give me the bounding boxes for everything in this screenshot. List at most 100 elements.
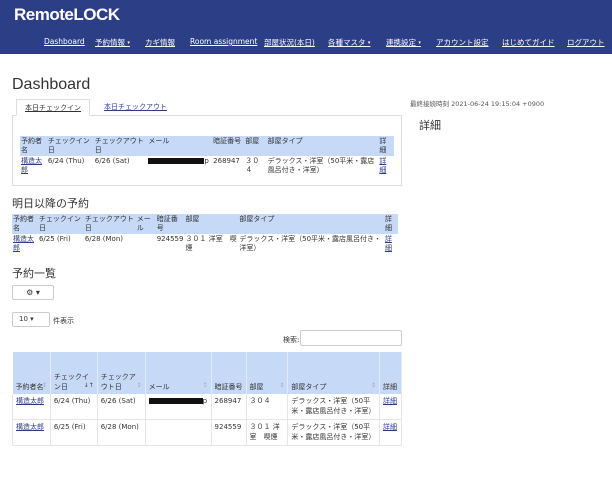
table-row: 構造太郎 6/25 (Fri) 6/28 (Mon) 924559 ３０１ 洋室… xyxy=(12,234,398,254)
guest-name-link[interactable]: 構造太郎 xyxy=(16,397,44,405)
sort-icon: ↕ xyxy=(136,381,142,389)
today-tabs: 本日チェックイン 本日チェックアウト xyxy=(12,99,402,116)
table-header-row: 予約者名 チェックイン日 チェックアウト日 メール 暗証番号 部屋 部屋タイプ … xyxy=(12,214,398,234)
nav-room-status[interactable]: 部屋状況(本日) xyxy=(264,37,315,48)
checkout-date: 6/28 (Mon) xyxy=(97,419,146,446)
pin-cell: 924559 xyxy=(211,419,247,446)
pin-cell: 268947 xyxy=(213,157,240,165)
nav-masters[interactable]: 各種マスタ ▾ xyxy=(328,37,370,48)
nav-reservations[interactable]: 予約情報 ▾ xyxy=(95,37,130,48)
table-row: 構造太郎 6/24 (Thu) 6/26 (Sat) p 268947 ３０４ … xyxy=(12,394,402,420)
page-length-label: 件表示 xyxy=(53,317,74,325)
checkout-date: 6/26 (Sat) xyxy=(94,157,130,165)
caret-down-icon: ▾ xyxy=(35,288,40,297)
detail-link[interactable]: 詳細 xyxy=(383,397,397,405)
pin-cell: 924559 xyxy=(156,235,184,243)
guest-name-link[interactable]: 構造太郎 xyxy=(21,157,42,174)
reservation-list-table: 予約者名 ↕ チェックイン日 ↓↑ チェックアウト日 ↕ メール ↕ 暗証番号 ↕ 部屋 ↕… xyxy=(12,352,402,446)
checkin-date: 6/24 (Thu) xyxy=(50,394,98,420)
redacted-email xyxy=(148,398,203,404)
caret-down-icon: ▾ xyxy=(367,40,371,46)
sort-icon: ↕ xyxy=(370,381,376,389)
main-nav: Dashboard 予約情報 ▾ カギ情報 Room assignment 部屋… xyxy=(0,37,612,47)
checkin-date: 6/25 (Fri) xyxy=(38,235,71,243)
sort-icon: ↕ xyxy=(279,381,285,389)
header-checkin-date[interactable]: チェックイン日 ↓↑ xyxy=(50,352,98,394)
header-detail: 詳細 xyxy=(379,352,402,394)
search-input[interactable] xyxy=(300,330,402,346)
gear-icon: ⚙ xyxy=(26,288,34,297)
nav-account-settings[interactable]: アカウント設定 xyxy=(436,37,489,48)
guest-name-link[interactable]: 構造太郎 xyxy=(13,235,34,252)
search-label: 検索: xyxy=(283,336,300,344)
room-type-cell: デラックス・洋室（50平米・露店風呂付き・洋室） xyxy=(267,157,375,174)
today-checkin-table: 予約者名 チェックイン日 チェックアウト日 メール 暗証番号 部屋 部屋タイプ … xyxy=(20,136,394,176)
upcoming-reservations-title: 明日以降の予約 xyxy=(12,197,89,210)
guest-name-link[interactable]: 構造太郎 xyxy=(16,423,44,431)
header-room-type: 部屋タイプ xyxy=(266,136,379,156)
header-email: メール xyxy=(147,136,213,156)
room-type-cell: デラックス・洋室（50平米・露店風呂付き・洋室） xyxy=(287,419,380,446)
header-room-type: 部屋タイプ xyxy=(238,214,384,234)
room-cell: ３０１ 洋室 喫煙 xyxy=(185,235,237,252)
nav-room-assignment[interactable]: Room assignment xyxy=(190,37,257,46)
nav-integrations[interactable]: 連携設定 ▾ xyxy=(386,37,421,48)
nav-logout[interactable]: ログアウト xyxy=(567,37,605,48)
tab-today-checkin[interactable]: 本日チェックイン xyxy=(16,99,90,116)
room-cell: ３０４ xyxy=(245,157,260,174)
detail-link[interactable]: 詳細 xyxy=(385,235,392,252)
header-pin: 暗証番号 xyxy=(212,136,245,156)
pin-cell: 268947 xyxy=(211,394,247,420)
header-guest-name: 予約者名 xyxy=(20,136,47,156)
sort-asc-icon: ↓↑ xyxy=(83,381,94,389)
email-cell xyxy=(145,419,212,446)
page-length-select[interactable]: 10 ▾ xyxy=(12,312,50,327)
header-checkin-date: チェックイン日 xyxy=(37,214,84,234)
nav-dashboard[interactable]: Dashboard xyxy=(44,37,85,46)
room-type-cell: デラックス・洋室（50平米・露店風呂付き・洋室） xyxy=(239,235,382,252)
header-guest-name: 予約者名 xyxy=(12,214,38,234)
email-cell: p xyxy=(147,156,212,176)
header-email: メール xyxy=(135,214,156,234)
reservation-list-title: 予約一覧 xyxy=(12,267,56,280)
header-detail: 詳細 xyxy=(378,136,394,156)
sort-icon: ↕ xyxy=(237,381,243,389)
header-room: 部屋 xyxy=(244,136,267,156)
redacted-email xyxy=(148,158,205,164)
room-type-cell: デラックス・洋室（50平米・露店風呂付き・洋室） xyxy=(287,394,380,420)
table-row: 構造太郎 6/24 (Thu) 6/26 (Sat) p 268947 ３０４ … xyxy=(20,156,394,176)
caret-down-icon: ▾ xyxy=(127,40,130,46)
header-pin: 暗証番号 xyxy=(155,214,185,234)
header-email[interactable]: メール ↕ xyxy=(145,352,212,394)
settings-dropdown-button[interactable]: ⚙ ▾ xyxy=(12,285,54,300)
header-room[interactable]: 部屋 ↕ xyxy=(246,352,289,394)
header-checkout-date: チェックアウト日 xyxy=(93,136,148,156)
room-cell: ３０１ 洋室 喫煙 xyxy=(246,419,289,446)
header-guest-name[interactable]: 予約者名 ↕ xyxy=(12,352,51,394)
table-header-row: 予約者名 チェックイン日 チェックアウト日 メール 暗証番号 部屋 部屋タイプ … xyxy=(20,136,394,156)
checkin-date: 6/24 (Thu) xyxy=(47,157,85,165)
header-room-type[interactable]: 部屋タイプ ↕ xyxy=(287,352,380,394)
header-checkout-date[interactable]: チェックアウト日 ↕ xyxy=(97,352,146,394)
detail-link[interactable]: 詳細 xyxy=(383,423,397,431)
tab-today-checkout[interactable]: 本日チェックアウト xyxy=(96,99,175,116)
checkin-date: 6/25 (Fri) xyxy=(50,419,98,446)
checkout-date: 6/26 (Sat) xyxy=(97,394,146,420)
last-connection-time: 最終接続時刻 2021-06-24 19:15:04 +0900 xyxy=(410,100,545,108)
email-cell xyxy=(136,234,156,254)
header-checkin-date: チェックイン日 xyxy=(46,136,94,156)
nav-getting-started[interactable]: はじめてガイド xyxy=(502,37,555,48)
top-navbar: RemoteLOCK Dashboard 予約情報 ▾ カギ情報 Room as… xyxy=(0,0,612,54)
header-pin[interactable]: 暗証番号 ↕ xyxy=(211,352,247,394)
header-room: 部屋 xyxy=(184,214,239,234)
remotelock-logo[interactable]: RemoteLOCK xyxy=(14,5,120,25)
detail-link[interactable]: 詳細 xyxy=(379,157,386,174)
header-checkout-date: チェックアウト日 xyxy=(83,214,136,234)
table-header-row: 予約者名 ↕ チェックイン日 ↓↑ チェックアウト日 ↕ メール ↕ 暗証番号 ↕ 部屋 ↕… xyxy=(12,352,402,394)
nav-keys[interactable]: カギ情報 xyxy=(145,37,175,48)
details-panel-title: 詳細 xyxy=(419,119,441,132)
sort-icon: ↕ xyxy=(41,381,47,389)
page-title: Dashboard xyxy=(12,76,91,93)
email-cell: p xyxy=(145,394,212,420)
caret-down-icon: ▾ xyxy=(30,315,34,323)
